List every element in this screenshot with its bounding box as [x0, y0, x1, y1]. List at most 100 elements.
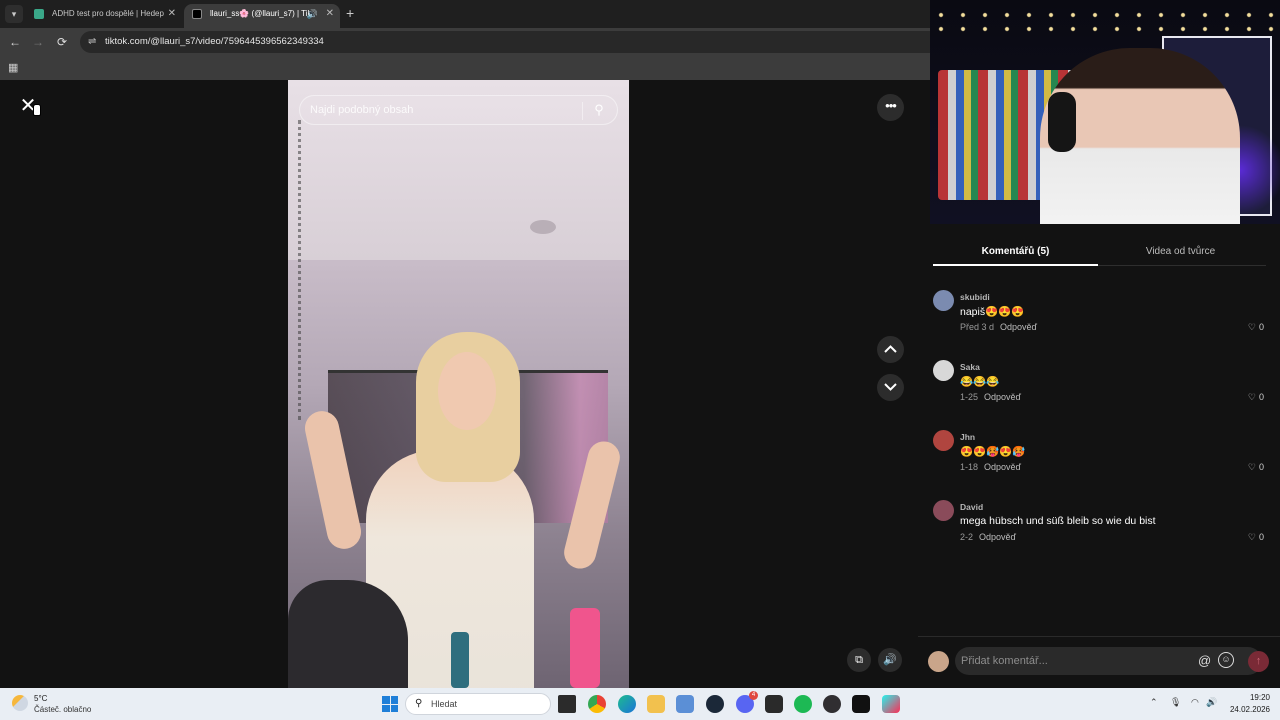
tab-creator-videos[interactable]: Videa od tvůrce — [1098, 246, 1263, 257]
url-text[interactable]: tiktok.com/@llauri_s7/video/759644539656… — [105, 36, 324, 47]
reply-button[interactable]: Odpověď — [984, 462, 1021, 472]
avatar[interactable] — [928, 651, 949, 672]
browser-tab-strip: ▾ ADHD test pro dospělé | Hedep ✕ llauri… — [0, 0, 930, 28]
comment-meta: 2-2 Odpověď — [960, 532, 1016, 542]
like-button[interactable]: ♡ 0 — [1248, 462, 1264, 473]
discord-icon[interactable]: 4 — [736, 691, 758, 713]
tab-search-button[interactable]: ▾ — [5, 5, 23, 23]
comment-input[interactable] — [955, 647, 1262, 675]
hedepy-favicon — [34, 9, 44, 19]
volume-icon[interactable]: 🔊 — [878, 648, 902, 672]
epic-games-icon[interactable] — [765, 695, 783, 713]
browser-tab-hedepy[interactable]: ADHD test pro dospělé | Hedep ✕ — [26, 4, 182, 28]
notepad-icon[interactable] — [676, 695, 694, 713]
close-tab-icon[interactable]: ✕ — [326, 4, 334, 24]
start-button[interactable] — [382, 696, 398, 712]
webcam-overlay — [930, 0, 1280, 224]
tiktok-icon[interactable] — [882, 695, 900, 713]
wifi-icon[interactable]: ◠ — [1191, 697, 1199, 708]
comment-time: 1-18 — [960, 462, 979, 472]
comment-meta: 1-18 Odpověď — [960, 462, 1021, 472]
avatar[interactable] — [933, 430, 954, 451]
like-count: 0 — [1258, 322, 1264, 332]
comment-meta: 1-25 Odpověď — [960, 392, 1021, 402]
steam-icon[interactable] — [706, 695, 724, 713]
like-count: 0 — [1258, 392, 1264, 402]
apps-grid-icon[interactable]: ▦ — [8, 61, 18, 74]
tab-comments[interactable]: Komentářů (5) — [933, 246, 1098, 257]
more-options-button[interactable]: ••• — [877, 94, 904, 121]
comment-item: skubidi napiš😍😍😍 Před 3 d Odpověď ♡ 0 — [933, 290, 1266, 350]
screen: ▾ ADHD test pro dospělé | Hedep ✕ llauri… — [0, 0, 1280, 720]
search-icon[interactable]: ⚲ — [591, 102, 607, 118]
site-info-icon[interactable]: ⇌ — [88, 35, 96, 49]
avatar[interactable] — [933, 290, 954, 311]
comment-text: 😂😂😂 — [960, 376, 1000, 388]
heart-icon: ♡ — [1247, 462, 1256, 472]
reply-button[interactable]: Odpověď — [1000, 322, 1037, 332]
comment-username[interactable]: David — [960, 502, 983, 512]
next-video-button[interactable] — [877, 374, 904, 401]
new-tab-button[interactable]: + — [346, 5, 354, 21]
picture-in-picture-icon[interactable]: ⧉ — [847, 648, 871, 672]
comment-item: David mega hübsch und süß bleib so wie d… — [933, 500, 1266, 560]
similar-content-search[interactable]: Najdi podobný obsah ⚲ — [299, 95, 618, 125]
clock-time[interactable]: 19:20 — [1238, 693, 1270, 702]
avatar[interactable] — [933, 500, 954, 521]
reply-button[interactable]: Odpověď — [979, 532, 1016, 542]
search-icon: ⚲ — [415, 698, 423, 709]
back-button[interactable]: ← — [6, 33, 24, 51]
tab-title: ADHD test pro dospělé | Hedep — [52, 9, 164, 18]
taskbar: 5°C Částeč. oblačno ⚲ Hledat 4 ⌃ 🎙 ◠ 🔊 1… — [0, 688, 1280, 720]
heart-icon: ♡ — [1247, 532, 1256, 542]
tiktok-favicon — [192, 9, 202, 19]
capcut-icon[interactable] — [852, 695, 870, 713]
comment-username[interactable]: Jhn — [960, 432, 975, 442]
comment-meta: Před 3 d Odpověď — [960, 322, 1037, 332]
reload-button[interactable]: ⟳ — [53, 33, 71, 51]
comment-username[interactable]: skubidi — [960, 292, 990, 302]
weather-icon[interactable] — [12, 695, 28, 711]
comment-text: napiš😍😍😍 — [960, 306, 1025, 318]
edge-icon[interactable] — [618, 695, 636, 713]
weather-description[interactable]: Částeč. oblačno — [34, 705, 91, 714]
comments-panel: Komentářů (5) Videa od tvůrce skubidi na… — [918, 224, 1280, 688]
post-comment-button[interactable]: ↑ — [1248, 651, 1269, 672]
weather-temp[interactable]: 5°C — [34, 694, 47, 703]
browser-tab-tiktok[interactable]: llauri_ss🌸 (@llauri_s7) | Tik 🔊 ✕ — [184, 4, 340, 28]
bookmarks-bar: ▦ — [0, 56, 930, 80]
tab-title: llauri_ss🌸 (@llauri_s7) | Tik — [210, 9, 312, 18]
address-bar[interactable]: ⇌ tiktok.com/@llauri_s7/video/7596445396… — [80, 31, 930, 53]
like-button[interactable]: ♡ 0 — [1248, 392, 1264, 403]
like-button[interactable]: ♡ 0 — [1248, 322, 1264, 333]
reply-button[interactable]: Odpověď — [984, 392, 1021, 402]
like-button[interactable]: ♡ 0 — [1248, 532, 1264, 543]
comment-time: 2-2 — [960, 532, 974, 542]
forward-button[interactable]: → — [29, 33, 47, 51]
taskbar-search-placeholder: Hledat — [431, 699, 458, 709]
microphone-icon[interactable]: 🎙 — [1170, 697, 1181, 708]
comment-username[interactable]: Saka — [960, 362, 980, 372]
previous-video-button[interactable] — [877, 336, 904, 363]
close-tab-icon[interactable]: ✕ — [168, 4, 176, 24]
task-view-icon[interactable] — [558, 695, 576, 713]
heart-icon: ♡ — [1247, 322, 1256, 332]
mention-icon[interactable]: @ — [1198, 653, 1211, 668]
video-frame[interactable] — [288, 80, 629, 688]
volume-icon[interactable]: 🔊 — [1206, 697, 1217, 708]
clock-date[interactable]: 24.02.2026 — [1222, 705, 1270, 714]
emoji-icon[interactable]: ☺ — [1218, 652, 1234, 668]
chrome-icon[interactable] — [588, 695, 606, 713]
chevron-up-icon — [884, 345, 897, 353]
like-count: 0 — [1258, 532, 1264, 542]
obs-icon[interactable] — [823, 695, 841, 713]
comment-text: mega hübsch und süß bleib so wie du bist — [960, 515, 1156, 527]
panel-tabs: Komentářů (5) Videa od tvůrce — [933, 240, 1266, 266]
like-count: 0 — [1258, 462, 1264, 472]
taskbar-search[interactable]: ⚲ Hledat — [405, 693, 551, 715]
folder-icon[interactable] — [647, 695, 665, 713]
audio-playing-icon[interactable]: 🔊 — [307, 4, 318, 24]
tray-chevron-icon[interactable]: ⌃ — [1150, 697, 1158, 708]
avatar[interactable] — [933, 360, 954, 381]
spotify-icon[interactable] — [794, 695, 812, 713]
